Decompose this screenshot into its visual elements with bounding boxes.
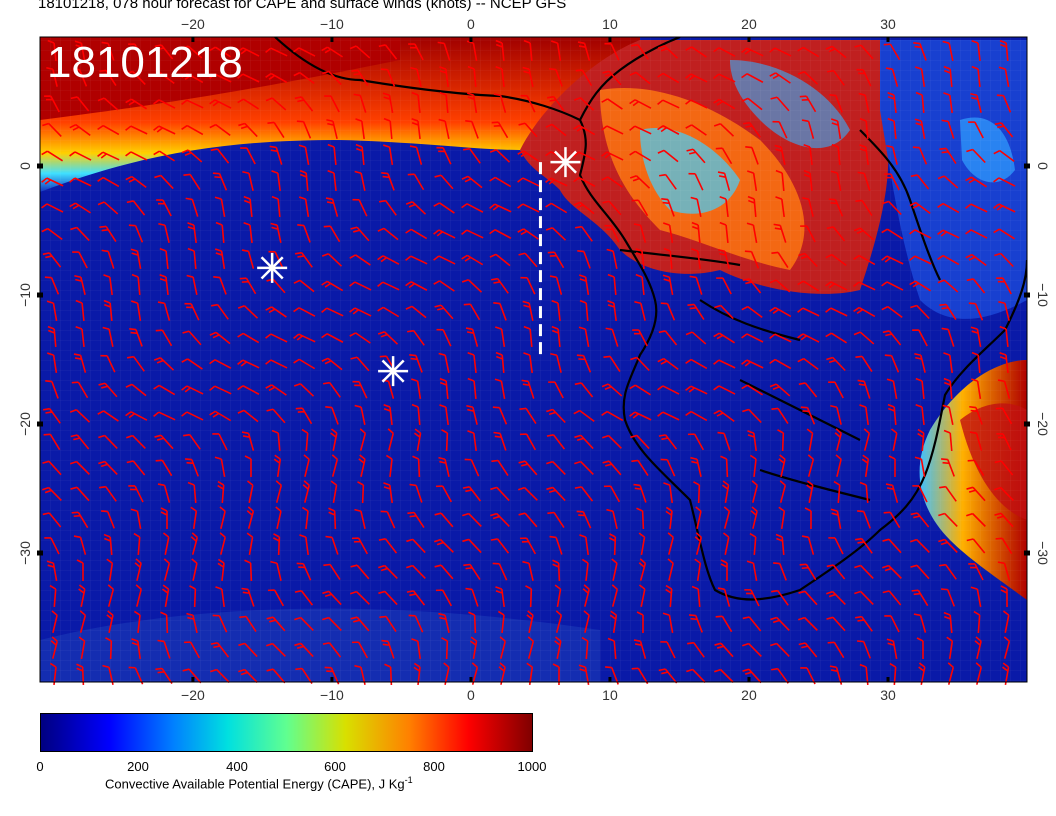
lon-tick-label-top: −10	[320, 16, 344, 32]
lon-tick-label-top: 0	[467, 16, 475, 32]
lon-tick-label-bottom: 10	[602, 687, 618, 703]
date-stamp: 18101218	[47, 38, 243, 87]
asterisk-marker	[378, 356, 409, 387]
lon-tick-label-top: 10	[602, 16, 618, 32]
lat-tick-label-left: 0	[17, 162, 33, 170]
lon-tick-label-bottom: −20	[181, 687, 205, 703]
lat-tick-label-right: −30	[1035, 541, 1051, 565]
lat-tick-label-right: −20	[1035, 412, 1051, 436]
map-figure: −20 −20 −10 −10 0 0 10 10 20 20 30 30 0 0 −10 −10 −20 −20…	[17, 16, 1051, 703]
lat-tick-label-right: −10	[1035, 283, 1051, 307]
lon-tick-label-bottom: −10	[320, 687, 344, 703]
lat-tick-label-left: −30	[17, 541, 33, 565]
lon-tick-label-bottom: 0	[467, 687, 475, 703]
lat-tick-label-left: −10	[17, 283, 33, 307]
lat-tick-label-left: −20	[17, 412, 33, 436]
asterisk-marker	[257, 252, 288, 283]
lon-tick-label-top: 30	[880, 16, 896, 32]
lon-tick-label-bottom: 30	[880, 687, 896, 703]
lat-tick-label-right: 0	[1035, 162, 1051, 170]
lon-tick-label-bottom: 20	[741, 687, 757, 703]
lon-tick-label-top: −20	[181, 16, 205, 32]
asterisk-marker	[550, 147, 581, 178]
lon-tick-label-top: 20	[741, 16, 757, 32]
